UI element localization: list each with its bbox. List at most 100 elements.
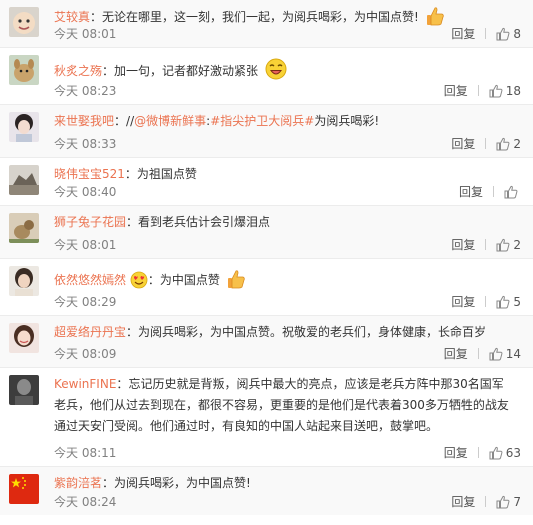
separator: ： [114,114,127,128]
timestamp: 今天 08:24 [54,495,117,509]
comment-text: 为中国点赞 [159,273,220,287]
comment-text: 为阅兵喝彩，为中国点赞。祝敬爱的老兵们，身体健康，长命百岁 [138,325,487,339]
like-count: 18 [505,84,521,98]
separator: ： [124,167,137,181]
avatar[interactable] [9,474,39,504]
thumbs-up-icon [489,84,503,98]
divider [477,85,479,96]
like-count: 5 [513,295,521,309]
like-button[interactable]: 63 [489,444,521,462]
separator: ： [116,377,129,391]
repost-prefix: // [126,114,135,128]
reply-button[interactable]: 回复 [444,444,468,462]
comment-item: 晓伟宝宝521：为祖国点赞 今天 08:40 回复 [0,158,533,206]
comment-text: 为阅兵喝彩，为中国点赞! [114,476,251,490]
like-button[interactable] [504,183,521,201]
reply-button[interactable]: 回复 [444,345,468,363]
like-count: 63 [505,446,521,460]
timestamp: 今天 08:40 [54,185,117,199]
reply-button[interactable]: 回复 [444,82,468,100]
comment-text: 加一句，记者都好激动紧张 [114,64,259,78]
reply-button[interactable]: 回复 [451,236,475,254]
timestamp: 今天 08:33 [54,137,117,151]
avatar[interactable] [9,266,39,296]
timestamp: 今天 08:29 [54,295,117,309]
username-link[interactable]: KewinFINE [54,377,116,391]
comment-item: 狮子兔子花园：看到老兵估计会引爆泪点 今天 08:01 回复 2 [0,206,533,259]
divider [485,496,487,507]
username-link[interactable]: 晓伟宝宝521 [54,167,125,181]
avatar[interactable] [9,213,39,243]
divider [485,239,487,250]
divider [485,138,487,149]
username-link[interactable]: 狮子兔子花园 [54,215,126,229]
timestamp: 今天 08:01 [54,27,117,41]
thumbs-up-icon [489,446,503,460]
avatar[interactable] [9,55,39,85]
like-count: 2 [513,238,521,252]
divider [477,348,479,359]
username-link[interactable]: 紫韵涪茗 [54,476,102,490]
reply-button[interactable]: 回复 [451,135,475,153]
timestamp: 今天 08:09 [54,347,117,361]
comment-item: 来世娶我吧：//@微博新鲜事:#指尖护卫大阅兵#为阅兵喝彩! 今天 08:33 … [0,105,533,158]
divider [493,186,494,197]
thumbs-up-emoji-icon [227,269,245,296]
separator: ： [102,64,115,78]
like-count: 14 [505,347,521,361]
avatar[interactable] [9,7,39,37]
like-button[interactable]: 7 [496,493,521,511]
like-button[interactable]: 18 [489,82,521,100]
timestamp: 今天 08:01 [54,238,117,252]
avatar[interactable] [9,165,39,195]
comment-item: 紫韵涪茗：为阅兵喝彩，为中国点赞! 今天 08:24 回复 7 [0,467,533,515]
comment-item: 依然悠然嫣然 ：为中国点赞 今天 08:29 回复 5 [0,259,533,316]
divider [485,28,487,39]
comment-item: 超爱络丹丹宝：为阅兵喝彩，为中国点赞。祝敬爱的老兵们，身体健康，长命百岁 今天 … [0,316,533,368]
like-button[interactable]: 14 [489,345,521,363]
thumbs-up-icon [504,185,518,199]
reply-button[interactable]: 回复 [451,293,475,311]
comment-list: 艾较真：无论在哪里，这一刻，我们一起，为阅兵喝彩，为中国点赞! 今天 08:01… [0,0,533,515]
separator: ： [90,10,103,24]
username-link[interactable]: 超爱络丹丹宝 [54,325,126,339]
username-link[interactable]: 来世娶我吧 [54,114,114,128]
comment-text: 为阅兵喝彩! [314,114,380,128]
thumbs-up-icon [489,347,503,361]
timestamp: 今天 08:23 [54,84,117,98]
like-button[interactable]: 2 [496,135,521,153]
comment-text: 无论在哪里，这一刻，我们一起，为阅兵喝彩，为中国点赞! [102,10,419,24]
mention-link[interactable]: @微博新鲜事 [134,114,206,128]
reply-button[interactable]: 回复 [459,183,483,201]
thumbs-up-icon [496,137,510,151]
hashtag-link[interactable]: #指尖护卫大阅兵# [210,114,314,128]
avatar[interactable] [9,323,39,353]
thumbs-up-icon [496,295,510,309]
divider [477,447,479,458]
reply-button[interactable]: 回复 [451,493,475,511]
like-button[interactable]: 8 [496,25,521,43]
comment-item: 秋炙之殇：加一句，记者都好激动紧张 今天 08:23 回复 18 [0,48,533,105]
reply-button[interactable]: 回复 [451,25,475,43]
like-button[interactable]: 5 [496,293,521,311]
like-count: 7 [513,495,521,509]
comment-item: KewinFINE：忘记历史就是背叛，阅兵中最大的亮点，应该是老兵方阵中那30名… [0,368,533,467]
username-link[interactable]: 依然悠然嫣然 [54,273,126,287]
separator: ： [147,273,160,287]
thumbs-up-icon [496,495,510,509]
thumbs-up-icon [496,238,510,252]
separator: ： [126,215,139,229]
avatar[interactable] [9,375,39,405]
avatar[interactable] [9,112,39,142]
like-count: 2 [513,137,521,151]
timestamp: 今天 08:11 [54,446,117,460]
username-link[interactable]: 艾较真 [54,10,90,24]
like-count: 8 [513,27,521,41]
comment-item: 艾较真：无论在哪里，这一刻，我们一起，为阅兵喝彩，为中国点赞! 今天 08:01… [0,0,533,48]
comment-text: 为祖国点赞 [136,167,197,181]
thumbs-up-icon [496,27,510,41]
divider [485,296,487,307]
username-link[interactable]: 秋炙之殇 [54,64,102,78]
separator: ： [126,325,139,339]
like-button[interactable]: 2 [496,236,521,254]
